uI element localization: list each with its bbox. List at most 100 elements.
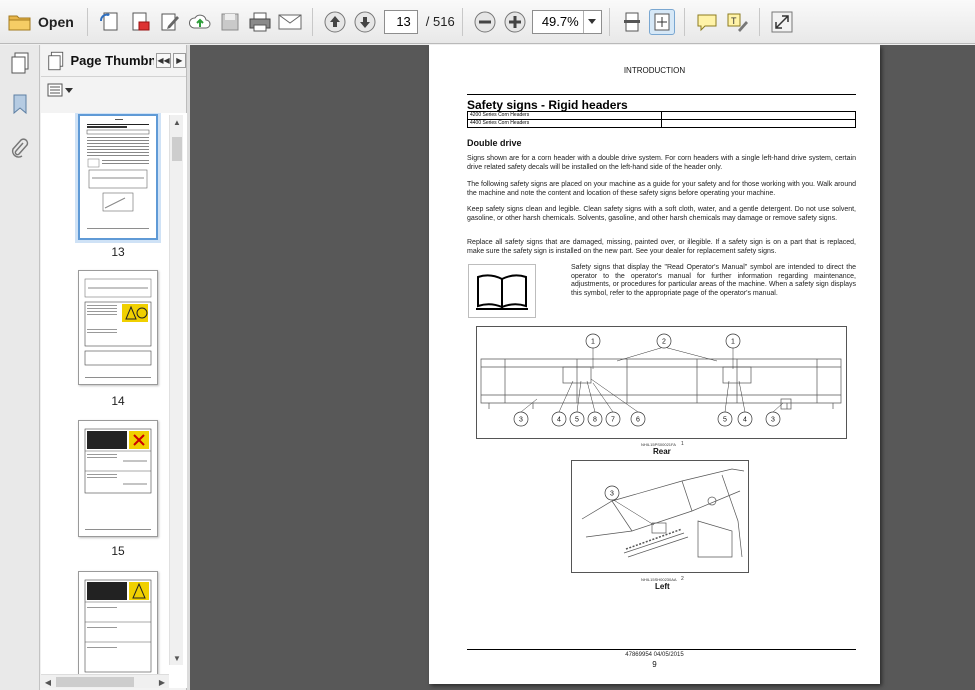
thumbnail-page-14[interactable]: [78, 270, 158, 385]
export-pdf-button[interactable]: [127, 9, 153, 35]
page-scroll-icon: [623, 12, 640, 31]
thumbnail-panel-header: Page Thumbna... ◀◀ ▶: [41, 45, 186, 77]
paragraph: Replace all safety signs that are damage…: [467, 239, 856, 255]
toolbar-separator: [683, 7, 685, 36]
page-thumbnails-icon: [48, 51, 64, 70]
scroll-up-icon[interactable]: ▲: [170, 115, 184, 129]
callout-label: 6: [636, 417, 640, 424]
page-number-input[interactable]: 13: [383, 9, 418, 34]
figure-number: 1: [681, 441, 684, 447]
toolbar-separator: [758, 7, 760, 36]
main-toolbar: Open 13 / 516 49.7% T: [0, 0, 975, 44]
figure-caption: Rear: [653, 447, 671, 456]
table-cell: 4200 Series Corn Headers: [467, 111, 662, 120]
figure-left-view: 3: [571, 460, 749, 573]
thumbnail-options: [41, 77, 186, 103]
thumbnail-page-13[interactable]: [78, 114, 158, 240]
thumbnail-vertical-scrollbar[interactable]: ▲ ▼: [169, 115, 183, 665]
footer-rule: [467, 649, 856, 650]
expand-button[interactable]: [769, 9, 795, 35]
zoom-select[interactable]: 49.7%: [531, 9, 602, 34]
open-label: Open: [38, 13, 74, 30]
fit-page-icon: [654, 13, 670, 30]
print-button[interactable]: [247, 9, 273, 35]
arrow-down-icon: [354, 11, 376, 32]
svg-text:T: T: [731, 16, 737, 26]
upload-cloud-button[interactable]: [187, 9, 213, 35]
paragraph: Keep safety signs clean and legible. Cle…: [467, 206, 856, 222]
thumbnail-page-label: 14: [111, 394, 125, 408]
chevron-down-icon[interactable]: [582, 10, 601, 33]
callout-label: 3: [519, 417, 523, 424]
next-page-button[interactable]: [352, 9, 378, 35]
bookmarks-icon[interactable]: [8, 92, 32, 116]
email-button[interactable]: [277, 9, 303, 35]
thumbnail-page-15[interactable]: [78, 420, 158, 537]
figure-number: 2: [681, 576, 684, 582]
page-thumbnails-icon[interactable]: [8, 51, 32, 75]
create-pdf-button[interactable]: [97, 9, 123, 35]
pdf-viewer-window: Open 13 / 516 49.7% T Page Thumbn ◀◀ ▶ 1…: [0, 0, 975, 690]
callout-label: 1: [731, 339, 735, 346]
callout-label: 5: [723, 417, 727, 424]
navigation-pane-strip: [0, 45, 40, 690]
previous-page-button[interactable]: [322, 9, 348, 35]
table-row: 4200 Series Corn Headers: [467, 111, 856, 120]
zoom-value: 49.7%: [541, 14, 579, 29]
thumbnail-page-label: 13: [111, 245, 125, 259]
create-pdf-icon: [99, 12, 118, 30]
comment-button[interactable]: [694, 9, 720, 35]
callout-label: 2: [662, 339, 666, 346]
thumbnail-panel-title: Page Thumbna...: [70, 53, 155, 68]
fit-page-button[interactable]: [648, 8, 675, 35]
paragraph: Signs shown are for a corn header with a…: [467, 155, 856, 171]
folder-icon: [8, 15, 31, 30]
document-view[interactable]: INTRODUCTION Safety signs - Rigid header…: [190, 45, 975, 690]
expand-arrows-icon: [771, 11, 793, 32]
expand-panel-icon[interactable]: ▶: [172, 53, 186, 68]
thumbnail-horizontal-scrollbar[interactable]: ◀ ▶: [41, 674, 169, 688]
save-button[interactable]: [217, 9, 243, 35]
section-title: Safety signs - Rigid headers: [467, 94, 856, 112]
callout-label: 3: [610, 491, 614, 498]
subheading: Double drive: [467, 138, 522, 148]
edit-pdf-icon: [161, 13, 179, 30]
scrolling-mode-button[interactable]: [619, 9, 645, 35]
page-total-label: / 516: [425, 14, 455, 29]
speech-bubble-icon: [697, 14, 717, 31]
zoom-in-button[interactable]: [502, 9, 528, 35]
callout-label: 3: [771, 417, 775, 424]
paragraph: The following safety signs are placed on…: [467, 181, 856, 197]
thumbnail-list: 13 14 15: [41, 113, 187, 688]
operators-manual-symbol: [468, 264, 536, 318]
open-button[interactable]: Open: [6, 7, 80, 37]
options-menu-icon[interactable]: [47, 83, 73, 97]
scrollbar-thumb[interactable]: [172, 137, 182, 161]
callout-label: 8: [593, 417, 597, 424]
pdf-page: INTRODUCTION Safety signs - Rigid header…: [429, 45, 880, 684]
zoom-out-button[interactable]: [472, 9, 498, 35]
attachments-icon[interactable]: [8, 137, 32, 161]
scroll-right-icon[interactable]: ▶: [155, 675, 169, 689]
scroll-left-icon[interactable]: ◀: [41, 675, 55, 689]
toolbar-separator: [461, 7, 463, 36]
thumbnail-page-16[interactable]: [78, 571, 158, 688]
figure-rear-view: 1 2 1 3 4 5 8 7 6 5 4 3: [476, 326, 847, 439]
collapse-panel-icon[interactable]: ◀◀: [156, 53, 171, 68]
page-number: 9: [652, 660, 657, 669]
table-cell: 4400 Series Corn Headers: [467, 119, 662, 128]
scrollbar-thumb[interactable]: [56, 677, 134, 687]
highlighter-icon: T: [727, 13, 748, 32]
export-pdf-icon: [132, 12, 150, 30]
printer-icon: [249, 12, 271, 31]
callout-label: 7: [611, 417, 615, 424]
figure-caption: Left: [655, 582, 670, 591]
thumbnail-panel: Page Thumbna... ◀◀ ▶: [41, 45, 187, 690]
table-cell: [661, 119, 856, 128]
highlight-text-button[interactable]: T: [724, 9, 750, 35]
callout-label: 5: [575, 417, 579, 424]
table-cell: [661, 111, 856, 120]
header-rear-drawing: 1 2 1 3 4 5 8 7 6 5 4 3: [480, 333, 842, 427]
scroll-down-icon[interactable]: ▼: [170, 651, 184, 665]
edit-pdf-button[interactable]: [157, 9, 183, 35]
